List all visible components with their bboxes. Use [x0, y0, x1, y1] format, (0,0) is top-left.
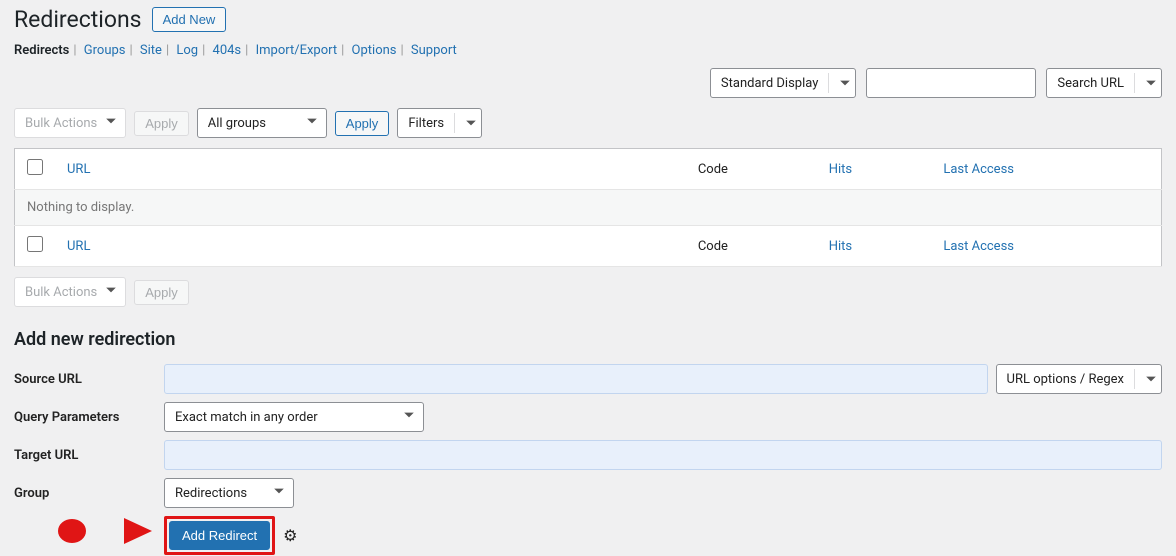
chevron-down-icon: [306, 115, 318, 131]
nav-import-export[interactable]: Import/Export: [256, 43, 338, 58]
chevron-down-icon: [273, 485, 285, 501]
chevron-down-icon: [1134, 73, 1157, 93]
col-url[interactable]: URL: [67, 162, 90, 177]
col-hits-footer[interactable]: Hits: [829, 239, 852, 254]
bulk-actions-select-bottom[interactable]: Bulk Actions: [14, 277, 126, 307]
nav-support[interactable]: Support: [411, 43, 457, 58]
query-params-value: Exact match in any order: [175, 410, 318, 425]
bulk-actions-label: Bulk Actions: [25, 116, 97, 131]
search-type-select[interactable]: Search URL: [1046, 68, 1162, 98]
bulk-actions-label-bottom: Bulk Actions: [25, 285, 97, 300]
group-label: Group: [14, 486, 164, 501]
search-input[interactable]: [866, 68, 1036, 98]
redirects-table: URL Code Hits Last Access Nothing to dis…: [14, 148, 1162, 267]
form-title: Add new redirection: [14, 329, 1162, 350]
chevron-down-icon: [105, 115, 117, 131]
apply-filter-button[interactable]: Apply: [335, 111, 390, 136]
filters-label: Filters: [408, 116, 444, 131]
display-mode-select[interactable]: Standard Display: [710, 68, 856, 98]
apply-bulk-button[interactable]: Apply: [134, 111, 189, 136]
search-type-label: Search URL: [1057, 76, 1124, 91]
source-url-input[interactable]: [164, 364, 988, 394]
bulk-actions-select[interactable]: Bulk Actions: [14, 108, 126, 138]
chevron-down-icon: [403, 409, 415, 425]
source-url-label: Source URL: [14, 372, 164, 387]
add-new-button[interactable]: Add New: [152, 7, 227, 32]
select-all-checkbox-footer[interactable]: [27, 236, 43, 252]
annotation-highlight-box: Add Redirect: [164, 516, 275, 555]
group-filter-select[interactable]: All groups: [197, 108, 327, 138]
chevron-down-icon: [454, 113, 477, 133]
chevron-down-icon: [828, 73, 851, 93]
col-code: Code: [698, 162, 728, 177]
nav-log[interactable]: Log: [176, 43, 198, 58]
target-url-label: Target URL: [14, 448, 164, 463]
col-url-footer[interactable]: URL: [67, 239, 90, 254]
nav-404s[interactable]: 404s: [213, 43, 242, 58]
nav-tabs: Redirects| Groups| Site| Log| 404s| Impo…: [14, 43, 1162, 58]
url-options-label: URL options / Regex: [1007, 372, 1124, 387]
nav-groups[interactable]: Groups: [84, 43, 126, 58]
query-params-select[interactable]: Exact match in any order: [164, 402, 424, 432]
target-url-input[interactable]: [164, 440, 1162, 470]
group-value: Redirections: [175, 486, 247, 501]
nav-redirects[interactable]: Redirects: [14, 43, 69, 58]
col-last-access[interactable]: Last Access: [943, 162, 1014, 177]
page-title: Redirections: [14, 6, 142, 33]
display-mode-label: Standard Display: [721, 76, 818, 91]
chevron-down-icon: [105, 284, 117, 300]
select-all-checkbox[interactable]: [27, 159, 43, 175]
group-filter-label: All groups: [208, 116, 266, 131]
chevron-down-icon: [1134, 369, 1157, 389]
annotation-arrow-icon: [54, 506, 154, 556]
add-redirect-button[interactable]: Add Redirect: [169, 521, 270, 550]
nav-options[interactable]: Options: [352, 43, 397, 58]
group-select[interactable]: Redirections: [164, 478, 294, 508]
col-code-footer: Code: [698, 239, 728, 254]
gear-icon[interactable]: ⚙: [283, 526, 297, 545]
url-options-select[interactable]: URL options / Regex: [996, 364, 1162, 394]
filters-select[interactable]: Filters: [397, 108, 482, 138]
apply-bulk-button-bottom[interactable]: Apply: [134, 280, 189, 305]
nav-site[interactable]: Site: [140, 43, 162, 58]
col-hits[interactable]: Hits: [829, 162, 852, 177]
query-params-label: Query Parameters: [14, 410, 164, 425]
col-last-access-footer[interactable]: Last Access: [943, 239, 1014, 254]
empty-row: Nothing to display.: [15, 190, 1162, 226]
